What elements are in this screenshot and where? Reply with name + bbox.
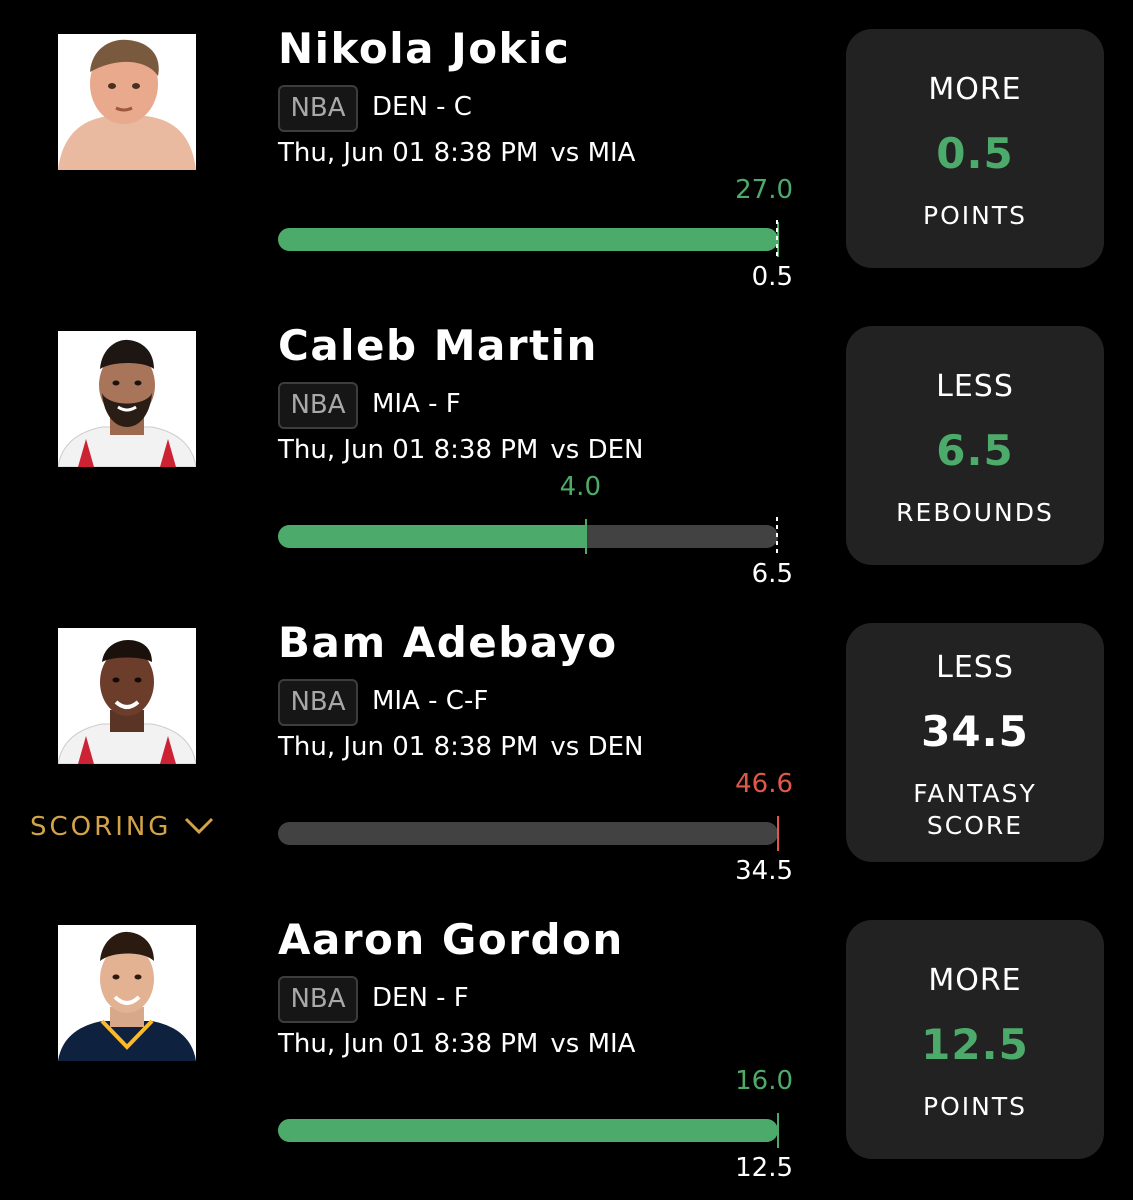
scoring-toggle[interactable]: SCORING [30, 812, 215, 843]
actual-value: 16.0 [735, 1066, 793, 1096]
person-photo-icon [58, 925, 196, 1061]
progress-marker [585, 519, 587, 554]
progress-fill [278, 228, 778, 251]
game-datetime: Thu, Jun 01 8:38 PM [278, 138, 539, 168]
progress-marker [777, 1113, 779, 1148]
pick-card[interactable]: LESS 6.5 REBOUNDS [846, 326, 1104, 565]
player-row[interactable]: Bam Adebayo NBA MIA - C-F Thu, Jun 01 8:… [0, 594, 1133, 891]
line-value: 34.5 [735, 856, 793, 886]
game-datetime: Thu, Jun 01 8:38 PM [278, 435, 539, 465]
progress-track [278, 519, 778, 554]
pick-direction: MORE [928, 71, 1022, 107]
progress-fill [278, 1119, 778, 1142]
player-name: Nikola Jokic [278, 24, 571, 73]
league-badge: NBA [278, 382, 358, 429]
progress-marker [777, 816, 779, 851]
stat-type: POINTS [923, 200, 1027, 230]
league-badge: NBA [278, 976, 358, 1023]
team-position: DEN - C [372, 92, 472, 122]
pick-value: 0.5 [936, 128, 1014, 178]
line-marker [776, 220, 778, 260]
pick-value: 12.5 [921, 1019, 1029, 1069]
line-value: 12.5 [735, 1153, 793, 1183]
stat-type: FANTASY SCORE [913, 778, 1037, 840]
player-photo [58, 34, 196, 170]
team-position: DEN - F [372, 983, 469, 1013]
player-photo [58, 628, 196, 764]
player-name: Caleb Martin [278, 321, 598, 370]
player-row[interactable]: Caleb Martin NBA MIA - F Thu, Jun 01 8:3… [0, 297, 1133, 594]
pick-card[interactable]: LESS 34.5 FANTASY SCORE [846, 623, 1104, 862]
person-photo-icon [58, 34, 196, 170]
chevron-down-icon [183, 813, 215, 843]
game-info: Thu, Jun 01 8:38 PM vs DEN [278, 435, 643, 465]
team-position: MIA - C-F [372, 686, 489, 716]
actual-value: 27.0 [735, 175, 793, 205]
game-datetime: Thu, Jun 01 8:38 PM [278, 732, 539, 762]
opponent: vs MIA [550, 1029, 636, 1059]
pick-card[interactable]: MORE 0.5 POINTS [846, 29, 1104, 268]
line-marker [776, 517, 778, 557]
actual-value: 4.0 [559, 472, 601, 502]
opponent: vs MIA [550, 138, 636, 168]
opponent: vs DEN [550, 732, 644, 762]
team-position: MIA - F [372, 389, 461, 419]
game-datetime: Thu, Jun 01 8:38 PM [278, 1029, 539, 1059]
stat-type: POINTS [923, 1091, 1027, 1121]
opponent: vs DEN [550, 435, 644, 465]
league-badge: NBA [278, 679, 358, 726]
player-name: Aaron Gordon [278, 915, 624, 964]
progress-track [278, 222, 779, 257]
scoring-label: SCORING [30, 812, 172, 842]
game-info: Thu, Jun 01 8:38 PM vs DEN [278, 732, 643, 762]
game-info: Thu, Jun 01 8:38 PM vs MIA [278, 1029, 635, 1059]
progress-track [278, 1113, 779, 1148]
line-value: 6.5 [751, 559, 793, 589]
league-badge: NBA [278, 85, 358, 132]
pick-value: 6.5 [936, 425, 1014, 475]
game-info: Thu, Jun 01 8:38 PM vs MIA [278, 138, 635, 168]
stat-type: REBOUNDS [896, 497, 1054, 527]
pick-direction: MORE [928, 962, 1022, 998]
pick-list: Nikola Jokic NBA DEN - C Thu, Jun 01 8:3… [0, 0, 1133, 1200]
progress-track [278, 816, 779, 851]
player-name: Bam Adebayo [278, 618, 618, 667]
line-value: 0.5 [751, 262, 793, 292]
player-row[interactable]: Aaron Gordon NBA DEN - F Thu, Jun 01 8:3… [0, 891, 1133, 1188]
actual-value: 46.6 [735, 769, 793, 799]
person-photo-icon [58, 628, 196, 764]
pick-value: 34.5 [921, 706, 1029, 756]
pick-card[interactable]: MORE 12.5 POINTS [846, 920, 1104, 1159]
pick-direction: LESS [936, 649, 1014, 685]
person-photo-icon [58, 331, 196, 467]
player-photo [58, 925, 196, 1061]
progress-fill [278, 525, 586, 548]
player-row[interactable]: Nikola Jokic NBA DEN - C Thu, Jun 01 8:3… [0, 0, 1133, 297]
player-photo [58, 331, 196, 467]
pick-direction: LESS [936, 368, 1014, 404]
